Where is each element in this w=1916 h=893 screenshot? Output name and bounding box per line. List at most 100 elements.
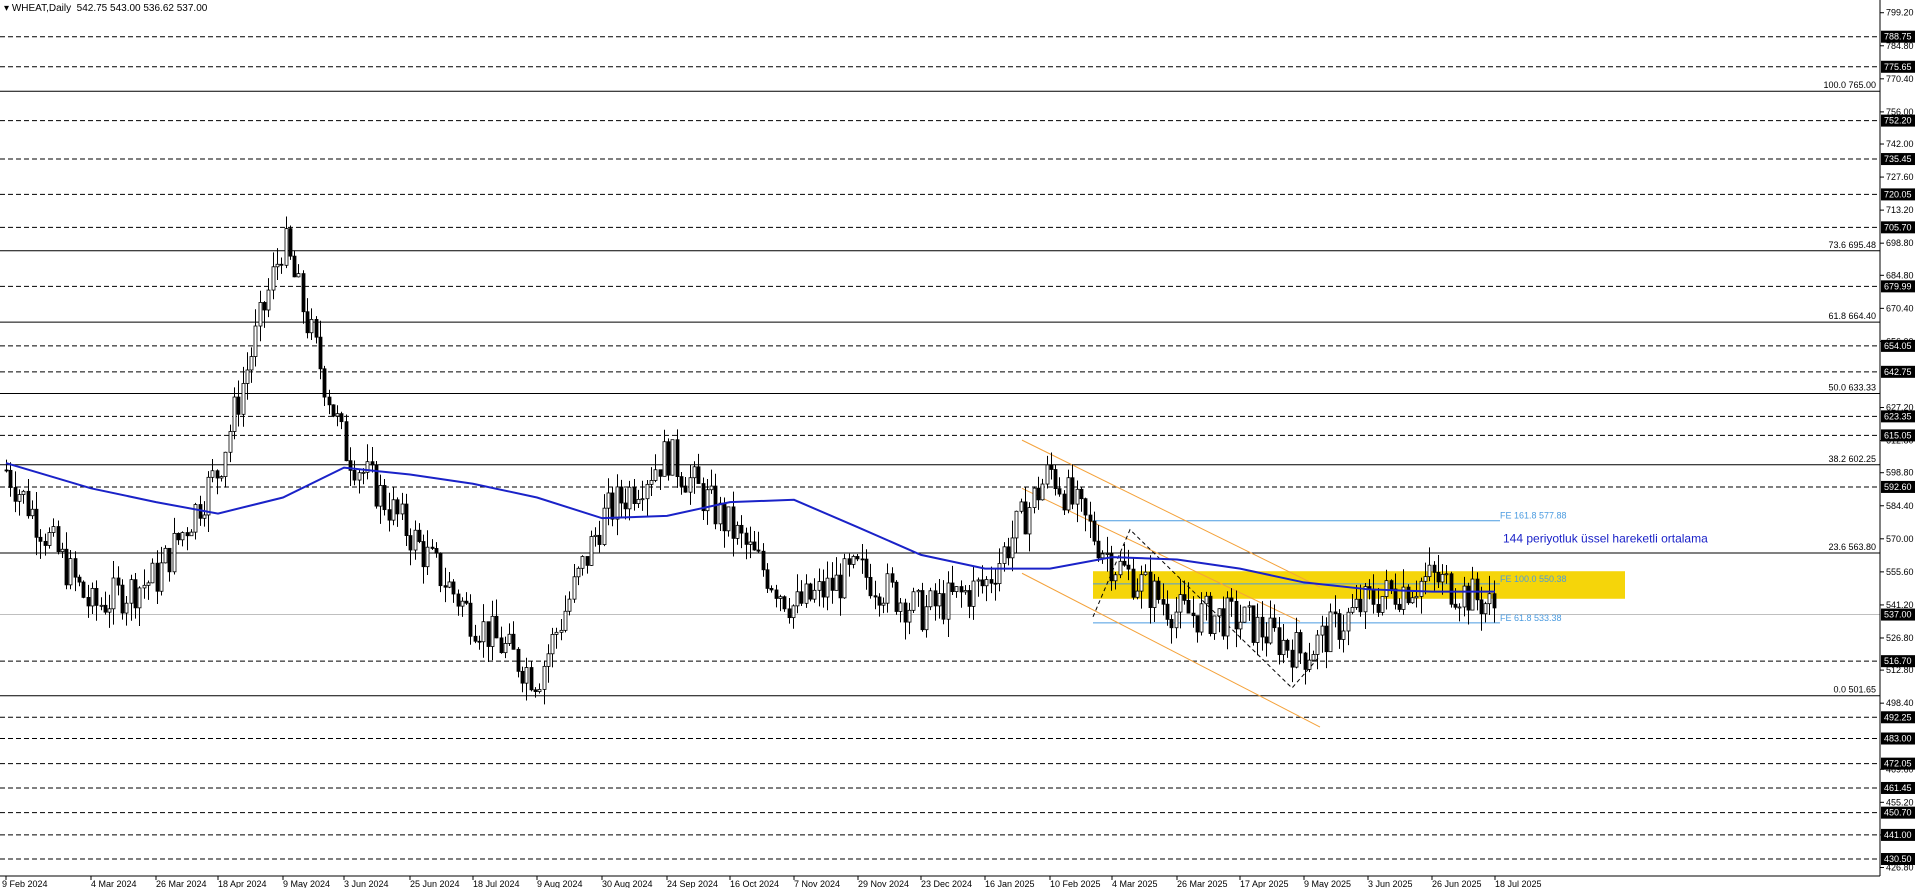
candle-body-194 — [838, 574, 843, 599]
candle-body-21 — [94, 588, 99, 606]
candle-body-106 — [460, 600, 465, 607]
candle-body-61 — [266, 289, 271, 311]
chart-area[interactable]: 100.0 765.00 73.6 695.48 61.8 664.40 50.0 6… — [0, 0, 1916, 889]
candle-body-33 — [146, 582, 151, 586]
date-tick-label-14: 23 Dec 2024 — [921, 879, 972, 888]
candle-body-255 — [1100, 553, 1105, 559]
level-price-label-10: 615.05 — [1884, 430, 1912, 440]
candle-body-254 — [1096, 540, 1101, 559]
candle-body-94 — [408, 535, 413, 551]
candle-body-70 — [305, 311, 310, 334]
candle-body-12 — [56, 526, 61, 553]
candle-body-76 — [331, 404, 336, 417]
candle-body-91 — [395, 499, 400, 515]
price-chart[interactable]: 100.0 765.00 73.6 695.48 61.8 664.40 50.0 6… — [0, 0, 1916, 889]
candle-body-273 — [1178, 594, 1183, 613]
candle-body-152 — [658, 469, 663, 477]
candle-body-95 — [413, 529, 418, 551]
candle-body-60 — [262, 302, 267, 311]
candle-body-73 — [318, 336, 323, 370]
candle-body-184 — [795, 591, 800, 607]
candle-body-200 — [864, 558, 869, 578]
candle-body-289 — [1247, 605, 1252, 608]
level-price-label-15: 483.00 — [1884, 734, 1912, 744]
candle-body-346 — [1492, 593, 1497, 609]
candle-body-161 — [696, 466, 701, 484]
candle-body-171 — [739, 524, 744, 534]
candle-body-160 — [692, 466, 697, 479]
candle-body-248 — [1070, 477, 1075, 505]
candle-body-295 — [1272, 617, 1277, 629]
candle-body-330 — [1423, 576, 1428, 582]
candle-body-282 — [1217, 608, 1222, 617]
candle-body-327 — [1410, 597, 1415, 604]
candle-body-308 — [1328, 611, 1333, 653]
date-tick-label-0: 9 Feb 2024 — [2, 879, 48, 888]
candle-body-181 — [782, 596, 787, 610]
candle-body-266 — [1148, 571, 1153, 608]
candle-body-239 — [1032, 487, 1037, 508]
candle-body-276 — [1191, 612, 1196, 617]
candle-body-46 — [202, 514, 207, 519]
candle-body-197 — [851, 556, 856, 565]
candle-body-314 — [1354, 598, 1359, 608]
symbol-timeframe: WHEAT,Daily — [11, 3, 72, 14]
candle-body-159 — [688, 477, 693, 493]
ohlc-values: 542.75 543.00 536.62 537.00 — [76, 3, 208, 14]
candle-body-333 — [1436, 571, 1441, 583]
candle-body-336 — [1449, 573, 1454, 605]
date-tick-label-16: 10 Feb 2025 — [1050, 879, 1101, 888]
candle-body-309 — [1333, 611, 1338, 614]
level-price-label-20: 430.50 — [1884, 854, 1912, 864]
candle-body-245 — [1057, 488, 1062, 495]
candle-body-335 — [1444, 573, 1449, 576]
price-tick-label-17: 541.20 — [1886, 600, 1914, 610]
candle-body-119 — [516, 648, 521, 672]
level-price-label-9: 623.35 — [1884, 411, 1912, 421]
candle-body-206 — [890, 573, 895, 583]
candle-body-142 — [615, 486, 620, 520]
candle-body-102 — [443, 585, 448, 588]
candle-body-87 — [378, 485, 383, 507]
candle-body-226 — [976, 579, 981, 582]
candle-body-36 — [159, 562, 164, 592]
date-tick-label-3: 18 Apr 2024 — [218, 879, 267, 888]
candle-body-16 — [73, 558, 78, 578]
candle-body-170 — [735, 524, 740, 539]
date-tick-label-2: 26 Mar 2024 — [156, 879, 207, 888]
candle-body-126 — [546, 653, 551, 667]
candle-body-47 — [206, 476, 211, 516]
price-tick-label-2: 770.40 — [1886, 74, 1914, 84]
collapse-triangle-icon[interactable]: ▾ — [4, 3, 12, 14]
candle-body-243 — [1049, 464, 1054, 470]
level-price-label-2: 752.20 — [1884, 116, 1912, 126]
date-tick-label-1: 4 Mar 2024 — [91, 879, 137, 888]
candle-body-120 — [520, 670, 525, 684]
candle-body-117 — [507, 633, 512, 644]
candle-body-300 — [1294, 632, 1299, 668]
candle-body-269 — [1161, 599, 1166, 605]
candle-body-17 — [77, 576, 82, 583]
candle-body-167 — [722, 502, 727, 532]
candle-body-66 — [288, 228, 293, 257]
candle-body-115 — [499, 637, 504, 654]
candle-body-305 — [1315, 634, 1320, 655]
candle-body-92 — [400, 503, 405, 515]
candle-body-138 — [597, 534, 602, 545]
date-tick-label-4: 9 May 2024 — [283, 879, 330, 888]
level-price-label-19: 441.00 — [1884, 830, 1912, 840]
candle-body-222 — [959, 586, 964, 593]
candle-body-108 — [468, 602, 473, 637]
candle-body-238 — [1027, 507, 1032, 535]
price-tick-label-0: 799.20 — [1886, 8, 1914, 18]
candle-body-252 — [1088, 514, 1093, 522]
price-tick-label-20: 498.40 — [1886, 698, 1914, 708]
candle-body-25 — [111, 577, 116, 610]
level-price-label-16: 472.05 — [1884, 759, 1912, 769]
candle-body-19 — [86, 597, 91, 607]
price-tick-label-13: 598.80 — [1886, 468, 1914, 478]
candle-body-77 — [335, 413, 340, 417]
candle-body-118 — [511, 633, 516, 650]
level-price-label-11: 592.60 — [1884, 482, 1912, 492]
candle-body-89 — [387, 509, 392, 521]
